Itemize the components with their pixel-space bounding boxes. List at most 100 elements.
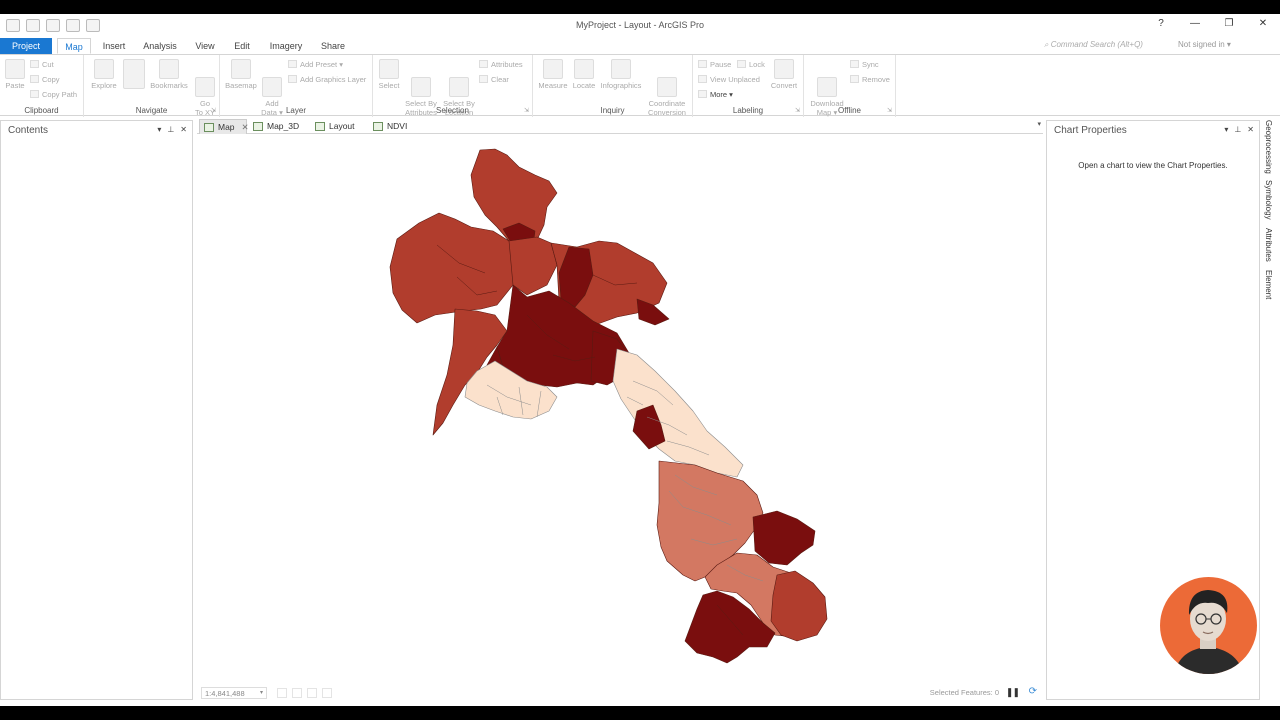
side-tab-symbology[interactable]: Symbology <box>1264 180 1273 220</box>
tab-insert[interactable]: Insert <box>98 38 130 54</box>
view-tab-layout[interactable]: Layout <box>311 119 363 134</box>
bookmark-icon <box>159 59 179 79</box>
locate-icon <box>574 59 594 79</box>
central-light-polygon[interactable] <box>612 348 744 478</box>
side-tab-element[interactable]: Element <box>1264 270 1273 299</box>
locate-button[interactable]: Locate <box>571 59 597 90</box>
close-icon[interactable]: ✕ <box>180 125 187 134</box>
convert-button[interactable]: Convert <box>769 59 799 90</box>
scale-dropdown[interactable]: 1:4,841,488 ▾ <box>201 687 267 699</box>
coordinate-icon[interactable] <box>307 688 317 698</box>
clear-selection-button[interactable]: Clear <box>479 75 509 85</box>
selection-label: Selection <box>436 106 469 115</box>
pause-drawing-button[interactable]: ❚❚ <box>1006 687 1020 698</box>
snapping-icon[interactable] <box>322 688 332 698</box>
basemap-icon <box>231 59 251 79</box>
labeling-launcher-icon[interactable]: ⇲ <box>795 107 800 114</box>
attributes-button[interactable]: Attributes <box>479 60 523 70</box>
pin-icon[interactable]: ⊥ <box>1234 125 1241 134</box>
tab-share[interactable]: Share <box>316 38 350 54</box>
measure-button[interactable]: Measure <box>537 59 569 90</box>
side-pane-tabs: Geoprocessing Symbology Attributes Eleme… <box>1262 120 1280 700</box>
pane-options-icon[interactable]: ▾ <box>157 125 161 134</box>
copy-button[interactable]: Copy <box>30 75 60 85</box>
pane-options-icon[interactable]: ▾ <box>1224 125 1228 134</box>
northwest-province-polygon[interactable] <box>389 212 516 324</box>
close-tab-icon[interactable]: ✕ <box>242 122 249 132</box>
selection-launcher-icon[interactable]: ⇲ <box>524 107 529 114</box>
inquiry-label: Inquiry <box>600 106 625 115</box>
cut-button[interactable]: Cut <box>30 60 54 70</box>
select-button[interactable]: Select <box>377 59 401 90</box>
globe-icon <box>657 77 677 97</box>
add-data-button[interactable]: Add Data ▾ <box>260 59 284 126</box>
close-icon[interactable]: ✕ <box>1247 125 1254 134</box>
tab-view[interactable]: View <box>190 38 220 54</box>
clipboard-label: Clipboard <box>24 106 59 115</box>
select-by-location-button[interactable]: Select By Location <box>441 59 477 126</box>
explore-icon <box>94 59 114 79</box>
sign-in-status[interactable]: Not signed in ▾ <box>1178 40 1231 49</box>
side-tab-geoprocessing[interactable]: Geoprocessing <box>1264 120 1273 174</box>
add-preset-button[interactable]: Add Preset ▾ <box>288 60 343 70</box>
paste-icon <box>5 59 25 79</box>
help-button[interactable]: ? <box>1154 18 1168 29</box>
refresh-icon[interactable]: ⟳ <box>1029 686 1037 697</box>
southeast-polygon[interactable] <box>770 570 828 642</box>
tab-map[interactable]: Map <box>57 38 91 54</box>
zoom-tools[interactable] <box>122 59 146 91</box>
measure-icon <box>543 59 563 79</box>
tab-analysis[interactable]: Analysis <box>140 38 180 54</box>
download-map-button[interactable]: Download Map ▾ <box>808 59 846 126</box>
coordinate-conversion-button[interactable]: Coordinate Conversion <box>645 59 689 126</box>
navigate-launcher-icon[interactable]: ⇲ <box>211 107 216 114</box>
explore-button[interactable]: Explore <box>90 59 118 90</box>
select-by-attributes-button[interactable]: Select By Attributes <box>403 59 439 126</box>
tab-project[interactable]: Project <box>0 38 52 54</box>
add-graphics-layer-button[interactable]: Add Graphics Layer <box>288 75 366 85</box>
zoom-icon <box>123 59 145 89</box>
search-icon: ⌕ <box>1044 40 1051 49</box>
view-tab-ndvi[interactable]: NDVI <box>369 119 417 134</box>
infographics-button[interactable]: Infographics <box>599 59 643 90</box>
offline-launcher-icon[interactable]: ⇲ <box>887 107 892 114</box>
south-east-polygon[interactable] <box>752 510 816 566</box>
minimize-button[interactable]: — <box>1188 18 1202 29</box>
grid-icon[interactable] <box>277 688 287 698</box>
select-by-attributes-icon <box>411 77 431 97</box>
labeling-label: Labeling <box>732 106 764 115</box>
offline-label: Offline <box>838 106 861 115</box>
lock-labels-button[interactable]: Lock <box>737 60 765 70</box>
bookmarks-button[interactable]: Bookmarks <box>148 59 190 90</box>
command-search-input[interactable]: ⌕ Command Search (Alt+Q) <box>1044 40 1143 50</box>
copy-path-button[interactable]: Copy Path <box>30 90 77 100</box>
map-view-area: Map ✕ Map_3D Layout NDVI ▾ 1:4,841,488 ▾ S… <box>197 118 1043 702</box>
basemap-button[interactable]: Basemap <box>224 59 258 90</box>
view-unplaced-button[interactable]: View Unplaced <box>698 75 760 85</box>
labeling-group: Pause Lock View Unplaced More ▾ Convert … <box>693 55 804 117</box>
tab-imagery[interactable]: Imagery <box>266 38 306 54</box>
restore-button[interactable]: ❐ <box>1222 18 1236 29</box>
layer-label: Layer <box>285 106 306 115</box>
view-list-dropdown[interactable]: ▾ <box>1037 120 1041 128</box>
view-tab-map[interactable]: Map ✕ <box>199 119 249 134</box>
close-button[interactable]: ✕ <box>1256 18 1270 29</box>
graphics-layer-icon <box>288 75 297 83</box>
clear-icon <box>479 75 488 83</box>
tab-edit[interactable]: Edit <box>228 38 256 54</box>
pause-icon <box>698 60 707 68</box>
remove-button[interactable]: Remove <box>850 75 890 85</box>
sync-button[interactable]: Sync <box>850 60 879 70</box>
pause-labeling-button[interactable]: Pause <box>698 60 731 70</box>
layer-group: Basemap Add Data ▾ Add Preset ▾ Add Grap… <box>220 55 373 117</box>
paste-button[interactable]: Paste <box>4 59 26 90</box>
north-central-district-polygon[interactable] <box>508 236 558 296</box>
more-labeling-button[interactable]: More ▾ <box>698 90 733 100</box>
go-to-xy-button[interactable]: Go To XY <box>192 59 218 126</box>
view-tab-map-3d[interactable]: Map_3D <box>249 119 305 134</box>
map-canvas[interactable] <box>197 135 1043 684</box>
side-tab-attributes[interactable]: Attributes <box>1264 228 1273 262</box>
fixed-zoom-icon[interactable] <box>292 688 302 698</box>
ribbon-tab-row: Project Map Insert Analysis View Edit Im… <box>0 38 1280 54</box>
pin-icon[interactable]: ⊥ <box>167 125 174 134</box>
